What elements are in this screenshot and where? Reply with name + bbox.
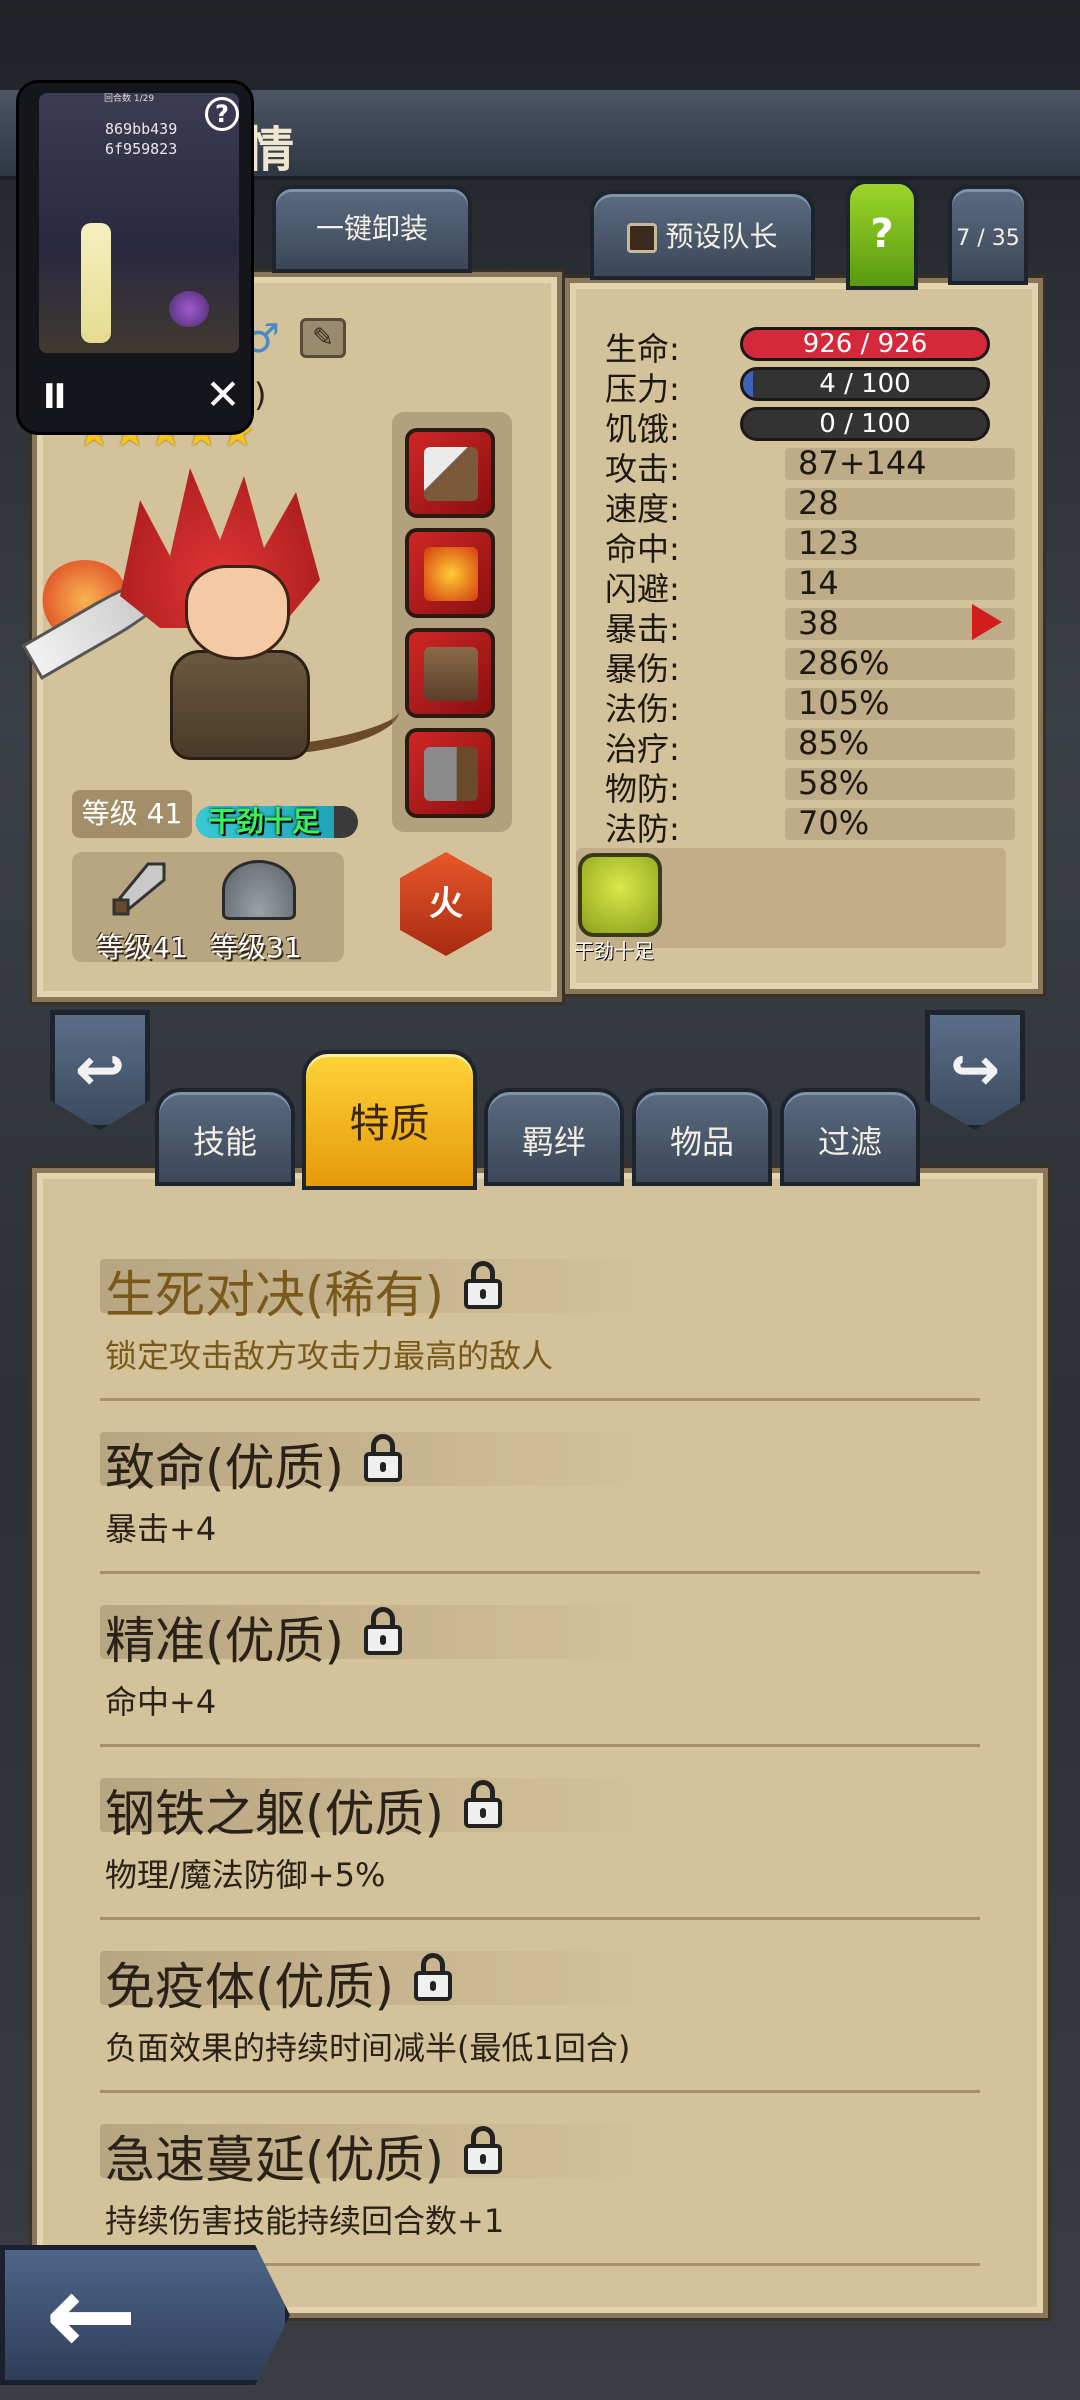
armor-level: 等级31 xyxy=(210,931,302,964)
equip-slot-hammer[interactable] xyxy=(405,728,495,818)
life-bar: 926 / 926 xyxy=(740,327,990,361)
helmet-icon[interactable] xyxy=(222,860,296,920)
mini-id-line1: 869bb439 xyxy=(105,120,178,138)
unequip-all-button[interactable]: 一键卸装 xyxy=(272,185,472,273)
mini-id-line2: 6f959823 xyxy=(105,140,178,158)
stress-value: 4 / 100 xyxy=(819,369,911,399)
mini-hero-sprite xyxy=(81,223,111,343)
tab-traits[interactable]: 特质 xyxy=(302,1050,477,1190)
preset-captain-label: 预设队长 xyxy=(665,220,778,253)
stat-row: 命中: 123 xyxy=(605,524,1015,568)
stat-row: 物防: 58% xyxy=(605,764,1015,808)
fire-staff-icon xyxy=(424,547,478,601)
cloak-icon xyxy=(424,647,478,701)
stat-life: 生命: 926 / 926 xyxy=(605,324,1005,368)
lock-icon[interactable] xyxy=(364,1607,402,1655)
lock-icon[interactable] xyxy=(464,2126,502,2174)
trait-description: 物理/魔法防御+5% xyxy=(105,1856,386,1894)
mini-round-label: 回合数 1/29 xyxy=(104,94,155,104)
equip-slot-cloak[interactable] xyxy=(405,628,495,718)
help-button[interactable]: ? xyxy=(846,180,918,290)
trait-description: 命中+4 xyxy=(105,1683,217,1721)
trait-title: 致命(优质) xyxy=(105,1439,345,1497)
mini-enemy-sprite xyxy=(169,291,209,327)
tab-bonds[interactable]: 羁绊 xyxy=(484,1088,624,1186)
equip-slot-dagger[interactable] xyxy=(405,428,495,518)
floating-game-window[interactable]: 回合数 1/29 869bb439 6f959823 ? II ✕ xyxy=(16,80,254,435)
weapon-level: 等级41 xyxy=(96,931,188,964)
pause-icon[interactable]: II xyxy=(43,377,83,417)
stat-label: 法防: xyxy=(605,810,680,848)
trait-description: 负面效果的持续时间减半(最低1回合) xyxy=(105,2029,631,2067)
back-button[interactable]: ← xyxy=(0,2245,290,2385)
stat-row: 攻击: 87+144 xyxy=(605,444,1015,488)
stat-row: 闪避: 14 xyxy=(605,564,1015,608)
tab-skills[interactable]: 技能 xyxy=(155,1088,295,1186)
trait-title: 急速蔓延(优质) xyxy=(105,2131,445,2189)
trait-divider xyxy=(100,2090,980,2093)
lock-icon[interactable] xyxy=(364,1434,402,1482)
stat-row: 暴击: 38 xyxy=(605,604,1015,648)
stat-value: 87+144 xyxy=(798,444,927,482)
preset-captain-button[interactable]: 预设队长 xyxy=(590,190,815,280)
stat-value: 286% xyxy=(798,644,890,682)
status-label: 干劲十足 xyxy=(208,805,321,838)
stat-row: 速度: 28 xyxy=(605,484,1015,528)
equip-slot-staff[interactable] xyxy=(405,528,495,618)
stat-value: 123 xyxy=(798,524,860,562)
stat-row: 法伤: 105% xyxy=(605,684,1015,728)
trait-title: 精准(优质) xyxy=(105,1612,345,1670)
stat-value: 105% xyxy=(798,684,890,722)
lock-icon[interactable] xyxy=(464,1780,502,1828)
trait-divider xyxy=(100,1398,980,1401)
checkbox-icon[interactable] xyxy=(627,223,658,253)
trait-title: 钢铁之躯(优质) xyxy=(105,1785,445,1843)
tab-filter[interactable]: 过滤 xyxy=(780,1088,920,1186)
close-icon[interactable]: ✕ xyxy=(203,374,243,416)
hunger-value: 0 / 100 xyxy=(819,409,911,439)
trait-title: 免疫体(优质) xyxy=(105,1958,395,2016)
rename-icon[interactable]: ✎ xyxy=(300,318,346,358)
trait-description: 持续伤害技能持续回合数+1 xyxy=(105,2202,505,2240)
trait-description: 暴击+4 xyxy=(105,1510,217,1548)
lock-icon[interactable] xyxy=(464,1261,502,1309)
hammer-icon xyxy=(424,747,478,801)
hero-face xyxy=(185,565,290,660)
trait-title: 生死对决(稀有) xyxy=(105,1266,445,1324)
stat-row: 暴伤: 286% xyxy=(605,644,1015,688)
dagger-icon xyxy=(424,447,478,501)
stat-stress: 压力: 4 / 100 xyxy=(605,364,1005,408)
trait-description: 锁定攻击敌方攻击力最高的敌人 xyxy=(105,1337,554,1375)
stat-value: 28 xyxy=(798,484,839,522)
trait-divider xyxy=(100,1571,980,1574)
stat-value: 58% xyxy=(798,764,870,802)
lock-icon[interactable] xyxy=(414,1953,452,2001)
life-value: 926 / 926 xyxy=(802,329,928,359)
hunger-bar: 0 / 100 xyxy=(740,407,990,441)
stat-value: 70% xyxy=(798,804,870,842)
question-icon[interactable]: ? xyxy=(205,97,239,131)
stat-value: 85% xyxy=(798,724,870,762)
stat-value: 14 xyxy=(798,564,839,602)
stat-row: 法防: 70% xyxy=(605,804,1015,848)
tab-items[interactable]: 物品 xyxy=(632,1088,772,1186)
buff-label: 干劲十足 xyxy=(574,939,654,963)
hero-level: 等级 41 xyxy=(72,790,192,838)
trait-divider xyxy=(100,1744,980,1747)
trait-divider xyxy=(100,1917,980,1920)
red-arrow-icon[interactable] xyxy=(972,604,1002,640)
stat-row: 治疗: 85% xyxy=(605,724,1015,768)
sword-icon[interactable] xyxy=(108,860,168,920)
buff-icon[interactable] xyxy=(578,853,662,937)
team-count: 7 / 35 xyxy=(948,185,1028,285)
stat-value: 38 xyxy=(798,604,839,642)
stress-bar: 4 / 100 xyxy=(740,367,990,401)
hero-body xyxy=(170,650,310,760)
stat-hunger: 饥饿: 0 / 100 xyxy=(605,404,1005,448)
